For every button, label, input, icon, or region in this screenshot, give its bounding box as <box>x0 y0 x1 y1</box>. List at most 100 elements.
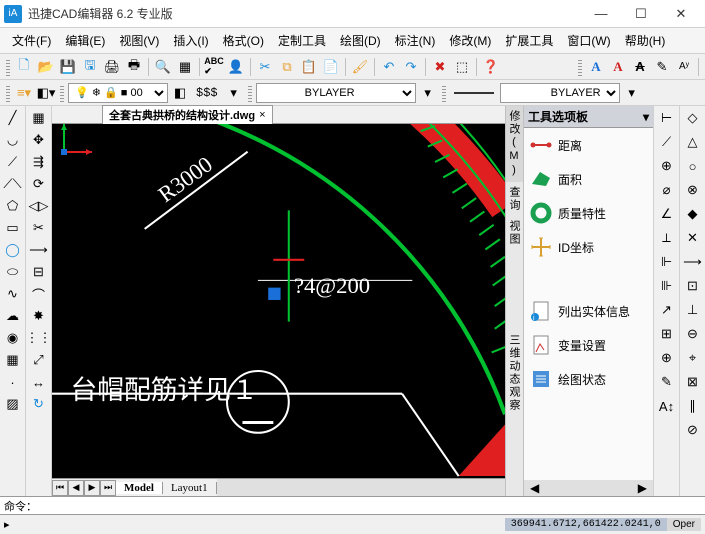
text-Ay-icon[interactable]: Aʸ <box>674 57 694 77</box>
tab-next-icon[interactable]: ▶ <box>84 480 100 496</box>
dropdown-icon[interactable]: ▾ <box>224 83 244 103</box>
rectangle-icon[interactable]: ▭ <box>3 218 23 238</box>
tab-first-icon[interactable]: ⏮ <box>52 480 68 496</box>
text-strike-icon[interactable]: A <box>630 57 650 77</box>
menu-format[interactable]: 格式(O) <box>217 30 270 51</box>
move-icon[interactable]: ✥ <box>29 130 49 150</box>
scale-icon[interactable]: ⤢ <box>29 350 49 370</box>
text-red-icon[interactable]: A <box>608 57 628 77</box>
paste-icon[interactable]: 📋 <box>299 57 319 77</box>
snap-app-icon[interactable]: ⊠ <box>683 372 703 392</box>
toolbar-grip[interactable] <box>6 58 10 76</box>
array-icon[interactable]: ⋮⋮ <box>29 328 49 348</box>
palette-tab-dyn[interactable]: 三维动态观察 <box>505 250 523 496</box>
document-tab[interactable]: 全套古典拱桥的结构设计.dwg × <box>102 105 273 124</box>
snap-perp-icon[interactable]: ⊥ <box>683 300 703 320</box>
dropdown-icon[interactable]: ▾ <box>622 83 642 103</box>
maximize-button[interactable]: ☐ <box>621 0 661 28</box>
line-icon[interactable]: ╱ <box>3 108 23 128</box>
menu-file[interactable]: 文件(F) <box>6 30 57 51</box>
menu-dim[interactable]: 标注(N) <box>389 30 442 51</box>
erase-icon[interactable]: ✖ <box>430 57 450 77</box>
tab-last-icon[interactable]: ⏭ <box>100 480 116 496</box>
menu-view[interactable]: 视图(V) <box>113 30 165 51</box>
text-blue-icon[interactable]: A <box>586 57 606 77</box>
dim-linear-icon[interactable]: ⊢ <box>657 108 677 128</box>
donut-icon[interactable]: ◉ <box>3 328 23 348</box>
palette-item-drawstat[interactable]: 绘图状态 <box>524 362 653 396</box>
toolbar-grip[interactable] <box>248 84 252 102</box>
copyclip-icon[interactable]: 📄 <box>321 57 341 77</box>
audit-icon[interactable]: ▦ <box>175 57 195 77</box>
snap-ins-icon[interactable]: ⊡ <box>683 276 703 296</box>
find-icon[interactable]: 🔍 <box>153 57 173 77</box>
menu-help[interactable]: 帮助(H) <box>619 30 672 51</box>
tolerance-icon[interactable]: ⊞ <box>657 324 677 344</box>
linetype-combo[interactable]: BYLAYER <box>256 83 416 103</box>
dim-diameter-icon[interactable]: ⌀ <box>657 180 677 200</box>
leader-icon[interactable]: ↗ <box>657 300 677 320</box>
xline-icon[interactable]: ⟋ <box>3 152 23 172</box>
rotate-icon[interactable]: ⟳ <box>29 174 49 194</box>
ellipse-icon[interactable]: ⬭ <box>3 262 23 282</box>
copy-icon[interactable]: ⧉ <box>277 57 297 77</box>
snap-node-icon[interactable]: ⊗ <box>683 180 703 200</box>
dropdown-icon[interactable]: ▾ <box>418 83 438 103</box>
dim-aligned-icon[interactable]: ⟋ <box>657 132 677 152</box>
select-icon[interactable]: ⬚ <box>452 57 472 77</box>
spell-icon[interactable]: ABC✔ <box>204 57 224 77</box>
spline-icon[interactable]: ∿ <box>3 284 23 304</box>
close-button[interactable]: ✕ <box>661 0 701 28</box>
menu-ext[interactable]: 扩展工具 <box>499 30 559 51</box>
hatch-icon[interactable]: ▨ <box>3 394 23 414</box>
dim-base-icon[interactable]: ⊪ <box>657 276 677 296</box>
polygon-icon[interactable]: ⬠ <box>3 196 23 216</box>
snap-mid-icon[interactable]: △ <box>683 132 703 152</box>
dim-ord-icon[interactable]: ⟂ <box>657 228 677 248</box>
palette-item-idpoint[interactable]: ID坐标 <box>524 230 653 264</box>
palette-item-area[interactable]: 面积 <box>524 162 653 196</box>
model-tab[interactable]: Model <box>116 482 163 494</box>
snap-near-icon[interactable]: ⌖ <box>683 348 703 368</box>
dim-angular-icon[interactable]: ∠ <box>657 204 677 224</box>
status-left-icon[interactable]: ▸ <box>4 518 10 531</box>
circle-icon[interactable]: ◯ <box>3 240 23 260</box>
undo-icon[interactable]: ↶ <box>379 57 399 77</box>
layer-icon[interactable]: ≡▾ <box>14 83 34 103</box>
redo-icon[interactable]: ↷ <box>401 57 421 77</box>
revision-cloud-icon[interactable]: ☁ <box>3 306 23 326</box>
toolbar-grip[interactable] <box>578 58 582 76</box>
menu-window[interactable]: 窗口(W) <box>561 30 616 51</box>
snap-par-icon[interactable]: ∥ <box>683 396 703 416</box>
polyline-icon[interactable]: ⟋⟍ <box>3 174 23 194</box>
offset-icon[interactable]: ⇶ <box>29 152 49 172</box>
center-mark-icon[interactable]: ⊕ <box>657 348 677 368</box>
dim-style-icon[interactable]: A↕ <box>657 396 677 416</box>
text-edit-icon[interactable]: ✎ <box>652 57 672 77</box>
menu-custom[interactable]: 定制工具 <box>272 30 332 51</box>
palette-item-distance[interactable]: 距离 <box>524 128 653 162</box>
status-oper[interactable]: Oper <box>667 518 701 531</box>
trim-icon[interactable]: ✂ <box>29 218 49 238</box>
document-tab-close-icon[interactable]: × <box>259 109 265 121</box>
fillet-icon[interactable]: ⌒ <box>29 284 49 304</box>
break-icon[interactable]: ⊟ <box>29 262 49 282</box>
mirror-icon[interactable]: ◁▷ <box>29 196 49 216</box>
arc-icon[interactable]: ◡ <box>3 130 23 150</box>
explode-icon[interactable]: ✸ <box>29 306 49 326</box>
layer-combo[interactable]: 💡 ❄ 🔒 ■ 00 <box>68 83 168 103</box>
snap-tan-icon[interactable]: ⊖ <box>683 324 703 344</box>
palette-item-mass[interactable]: 质量特性 <box>524 196 653 230</box>
help-icon[interactable]: ❓ <box>481 57 501 77</box>
refresh-icon[interactable]: ↻ <box>29 394 49 414</box>
palette-item-listent[interactable]: i 列出实体信息 <box>524 294 653 328</box>
snap-cen-icon[interactable]: ○ <box>683 156 703 176</box>
menu-modify[interactable]: 修改(M) <box>443 30 497 51</box>
new-icon[interactable]: 🗋 <box>14 57 34 77</box>
dim-cont-icon[interactable]: ⊩ <box>657 252 677 272</box>
dim-radius-icon[interactable]: ⊕ <box>657 156 677 176</box>
snap-none-icon[interactable]: ⊘ <box>683 420 703 440</box>
cut-icon[interactable]: ✂ <box>255 57 275 77</box>
print-preview-icon[interactable]: 🖶 <box>124 57 144 77</box>
saveall-icon[interactable]: 🖫 <box>80 57 100 77</box>
